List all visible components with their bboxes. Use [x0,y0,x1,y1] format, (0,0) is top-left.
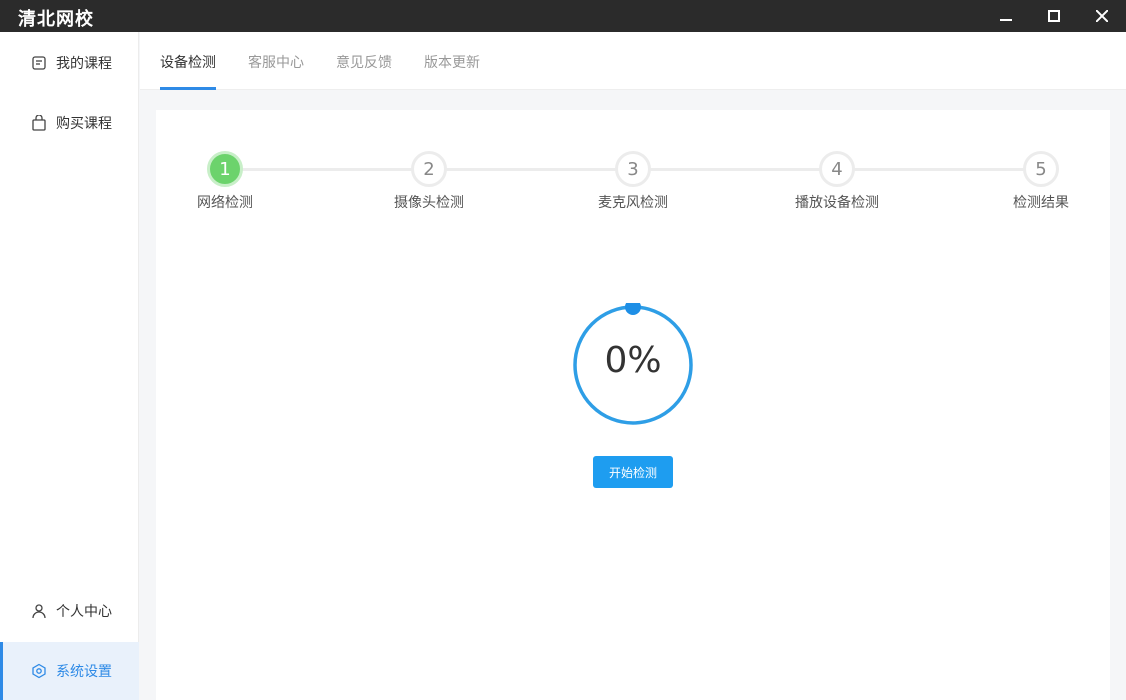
sidebar-item-label: 系统设置 [56,664,112,680]
tab-feedback[interactable]: 意见反馈 [336,32,392,90]
app-title: 清北网校 [18,9,94,30]
tab-customer-service[interactable]: 客服中心 [248,32,304,90]
step-2-indicator: 2 [411,151,447,187]
step-4-label: 播放设备检测 [795,195,879,211]
progress-percent: 0% [604,340,662,381]
step-1-label: 网络检测 [197,195,253,211]
close-icon [1096,10,1108,22]
maximize-button[interactable] [1030,0,1078,32]
settings-icon [30,662,48,680]
tab-device-check[interactable]: 设备检测 [160,32,216,90]
minimize-icon [1000,19,1012,21]
step-5-indicator: 5 [1023,151,1059,187]
maximize-icon [1048,10,1060,22]
sidebar-item-personal-center[interactable]: 个人中心 [0,582,139,640]
step-4-indicator: 4 [819,151,855,187]
close-button[interactable] [1078,0,1126,32]
shopping-bag-icon [30,114,48,132]
step-3-indicator: 3 [615,151,651,187]
step-3-label: 麦克风检测 [598,195,668,211]
progress-handle [625,303,641,315]
step-2-label: 摄像头检测 [394,195,464,211]
user-icon [30,602,48,620]
tab-version-update[interactable]: 版本更新 [424,32,480,90]
course-icon [30,54,48,72]
sidebar-item-my-courses[interactable]: 我的课程 [0,34,139,92]
title-bar: 清北网校 [0,0,1126,32]
sidebar-item-system-settings[interactable]: 系统设置 [0,642,139,700]
step-1-indicator: 1 [207,151,243,187]
sidebar-item-label: 购买课程 [56,116,112,132]
start-check-button[interactable]: 开始检测 [593,456,673,488]
sidebar: 我的课程 购买课程 个人中心 系统设置 [0,32,139,700]
step-5-label: 检测结果 [1013,195,1069,211]
sidebar-item-buy-courses[interactable]: 购买课程 [0,94,139,152]
sidebar-item-label: 我的课程 [56,56,112,72]
top-tab-bar: 设备检测 客服中心 意见反馈 版本更新 [140,32,1126,90]
sidebar-item-label: 个人中心 [56,604,112,620]
minimize-button[interactable] [982,0,1030,32]
